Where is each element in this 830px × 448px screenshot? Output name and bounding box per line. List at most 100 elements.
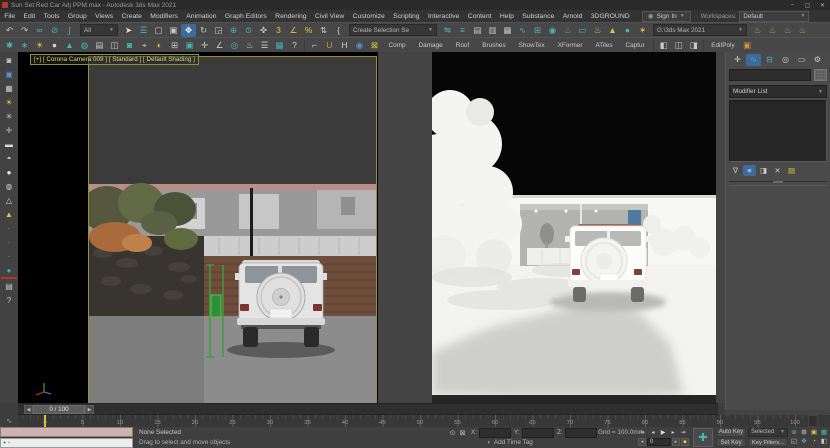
material-editor-icon[interactable]: ◉ [545, 24, 560, 37]
render-icon[interactable]: ♨ [590, 24, 605, 37]
menu-civil-view[interactable]: Civil View [311, 13, 349, 20]
axis-icon[interactable]: ✛ [1, 124, 17, 137]
set-key-button[interactable]: Set Key [716, 438, 746, 447]
selection-lock-icon[interactable]: ⊠ [458, 429, 467, 437]
minimize-button[interactable]: – [785, 2, 800, 8]
render-setup-icon[interactable]: ♨ [560, 24, 575, 37]
grid-icon[interactable]: ⊞ [167, 39, 182, 52]
tab-hierarchy[interactable]: ⊟ [762, 54, 777, 66]
use-center-icon[interactable]: ⊙ [241, 24, 256, 37]
menu-rendering[interactable]: Rendering [271, 13, 311, 20]
box-icon[interactable]: ▣ [182, 39, 197, 52]
teal-swatch-icon[interactable]: ● [1, 264, 17, 279]
go-to-start-icon[interactable]: ⇤ [638, 428, 648, 437]
key-mode-toggle-icon[interactable]: ◆ [681, 438, 689, 446]
undo-icon[interactable]: ↶ [2, 24, 17, 37]
corner-tool-icon[interactable]: ⌐ [307, 39, 322, 52]
measure-icon[interactable]: ∠ [212, 39, 227, 52]
select-and-place-icon[interactable]: ⊕ [226, 24, 241, 37]
selection-filter-dropdown[interactable]: All ▼ [80, 24, 118, 36]
menu-edit[interactable]: Edit [19, 13, 39, 20]
window-crossing-icon[interactable]: ▣ [166, 24, 181, 37]
panel-icon[interactable]: ▤ [92, 39, 107, 52]
time-slider-track[interactable]: ◀ 0 / 100 ▶ [18, 403, 718, 415]
mirror-icon[interactable]: ⇋ [440, 24, 455, 37]
render-preset-3-icon[interactable]: ♨ [780, 24, 795, 37]
menu-animation[interactable]: Animation [182, 13, 221, 20]
modifier-stack-list[interactable] [729, 100, 827, 162]
macro-recorder-line[interactable] [0, 427, 133, 437]
cone-icon[interactable]: ▲ [62, 39, 77, 52]
menu-graph-editors[interactable]: Graph Editors [221, 13, 271, 20]
h-align-tool-icon[interactable]: H [337, 39, 352, 52]
layers-small-icon[interactable]: ▤ [1, 280, 17, 293]
plane-light-icon[interactable]: ▬ [1, 138, 17, 151]
next-frame-arrow[interactable]: ▶ [85, 405, 94, 414]
menu-modifiers[interactable]: Modifiers [146, 13, 182, 20]
layer-explorer-icon[interactable]: ▥ [485, 24, 500, 37]
show-end-result-icon[interactable]: ≡ [743, 165, 756, 176]
select-and-rotate-icon[interactable]: ↻ [196, 24, 211, 37]
dot-3-icon[interactable]: · [1, 250, 17, 263]
viewport-layout-2-icon[interactable]: ◫ [671, 39, 686, 52]
maximize-button[interactable]: ▢ [800, 2, 815, 9]
uvw-tool-icon[interactable]: U [322, 39, 337, 52]
sun-warning-icon[interactable]: ▲ [1, 208, 17, 221]
percent-snap-icon[interactable]: % [301, 24, 316, 37]
z-coordinate-field[interactable] [565, 428, 597, 438]
script-button-brushes[interactable]: Brushes [476, 42, 512, 49]
next-frame-icon[interactable]: ▸ [668, 428, 678, 437]
ribbon-toggle-icon[interactable]: ▦ [500, 24, 515, 37]
remove-modifier-icon[interactable]: ✕ [771, 165, 784, 176]
scatter-icon[interactable]: ✳ [1, 110, 17, 123]
maximize-viewport-toggle-icon[interactable]: ◧ [819, 438, 829, 448]
rollout-divider[interactable] [729, 181, 827, 186]
circle-icon[interactable]: ◎ [227, 39, 242, 52]
help-icon[interactable]: ? [287, 39, 302, 52]
soft-selection-brush-icon[interactable]: ✱ [2, 39, 17, 52]
menu-group[interactable]: Group [64, 13, 91, 20]
rectangular-selection-icon[interactable]: ▢ [151, 24, 166, 37]
scripts-orange-icon[interactable]: ▣ [740, 39, 755, 52]
menu-tools[interactable]: Tools [39, 13, 63, 20]
menu-views[interactable]: Views [91, 13, 117, 20]
object-name-field[interactable] [729, 69, 811, 81]
corona-icon[interactable]: ● [620, 24, 635, 37]
maxscript-mini-listener[interactable]: ● ▪ [0, 438, 133, 448]
lock-tool-icon[interactable]: ⊠ [367, 39, 382, 52]
tab-modify[interactable]: ∿ [746, 54, 761, 66]
key-filters-button[interactable]: Key Filters... [748, 438, 788, 447]
menu-file[interactable]: File [0, 13, 19, 20]
door-icon[interactable]: ◫ [107, 39, 122, 52]
material-sample-icon[interactable]: ◍ [77, 39, 92, 52]
viewport-label[interactable]: [+] [ Corona Camera 009 ] [ Standard ] [… [30, 54, 199, 65]
time-slider-thumb[interactable]: 0 / 100 [33, 405, 85, 414]
viewport-layout-1-icon[interactable]: ◧ [656, 39, 671, 52]
angle-snap-icon[interactable]: ∠ [286, 24, 301, 37]
light-icon[interactable]: ☀ [32, 39, 47, 52]
schematic-view-icon[interactable]: ⊞ [530, 24, 545, 37]
workspace-dropdown[interactable]: Default ▼ [739, 11, 809, 22]
paint-deform-icon[interactable]: ∗ [17, 39, 32, 52]
render-preset-2-icon[interactable]: ♨ [765, 24, 780, 37]
script-button-atiles[interactable]: ATiles [589, 42, 619, 49]
editpoly-button[interactable]: EditPoly [706, 42, 739, 49]
modifier-list-dropdown[interactable]: Modifier List ▼ [729, 85, 827, 98]
script-button-comp[interactable]: Comp [382, 42, 412, 49]
select-and-move-icon[interactable]: ✥ [181, 24, 196, 37]
pan-icon[interactable]: ✥ [799, 438, 809, 448]
zoom-extents-icon[interactable]: ▣ [809, 428, 819, 438]
menu-3dground[interactable]: 3DGROUND [587, 13, 634, 20]
camera-body-icon[interactable]: ◙ [122, 39, 137, 52]
menu-arnold[interactable]: Arnold [559, 13, 587, 20]
cone-light-icon[interactable]: △ [1, 194, 17, 207]
redo-icon[interactable]: ↷ [17, 24, 32, 37]
render-image-icon[interactable]: ▣ [1, 68, 17, 81]
sign-in-button[interactable]: ◉ Sign In ▼ [642, 11, 691, 22]
y-coordinate-field[interactable] [522, 428, 554, 438]
zoom-all-icon[interactable]: ⊞ [799, 428, 809, 438]
dome-light-icon[interactable]: ◍ [1, 180, 17, 193]
edit-named-selections-icon[interactable]: { [331, 24, 346, 37]
menu-create[interactable]: Create [117, 13, 146, 20]
isolate-selection-icon[interactable]: ⊙ [448, 429, 457, 437]
